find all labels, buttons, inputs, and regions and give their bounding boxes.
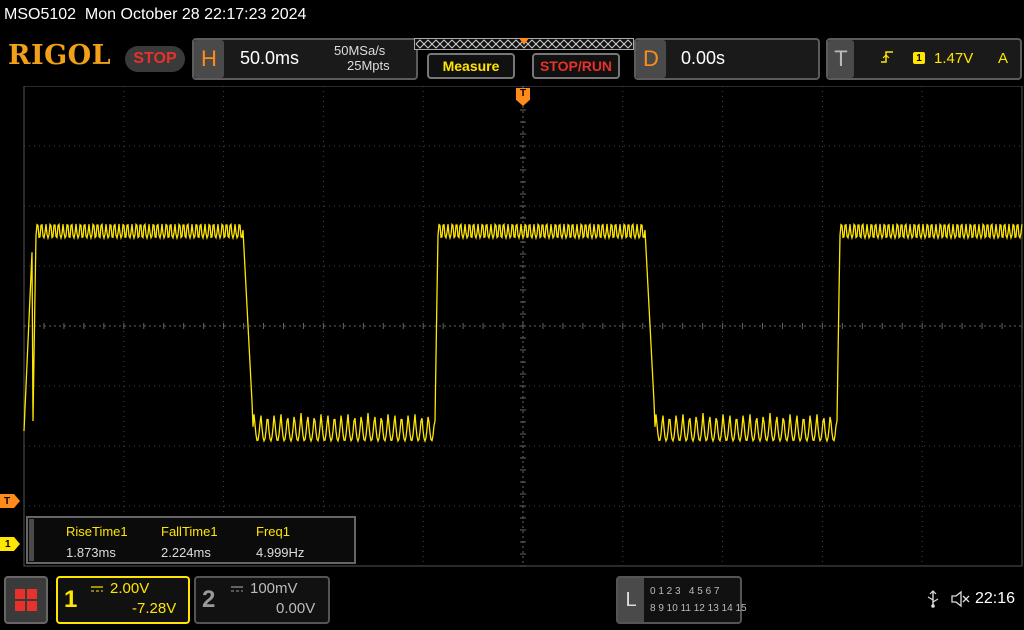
ch1-scale: 2.00V bbox=[110, 580, 150, 597]
status-clock: 22:16 bbox=[975, 590, 1016, 607]
grid-menu-icon bbox=[15, 589, 37, 611]
rigol-logo: RIGOL bbox=[8, 40, 112, 71]
ch2-scale: 100mV bbox=[250, 580, 298, 597]
trigger-level: 1.47V bbox=[934, 50, 974, 67]
logic-channels-row2: 8 9 10 11 12 13 14 15 bbox=[650, 603, 747, 614]
measure-button[interactable]: Measure bbox=[427, 53, 515, 79]
memory-depth: 25Mpts bbox=[347, 58, 390, 73]
trigger-position-indicator bbox=[519, 38, 529, 45]
main-menu-button[interactable] bbox=[4, 576, 48, 624]
dc-coupling-icon bbox=[90, 582, 104, 600]
trigger-mode: A bbox=[998, 50, 1009, 67]
stop-run-button[interactable]: STOP/RUN bbox=[532, 53, 620, 79]
trigger-letter: T bbox=[828, 40, 854, 78]
measurement-panel-handle[interactable] bbox=[29, 519, 34, 561]
sample-rate: 50MSa/s bbox=[334, 43, 386, 58]
measurement-name: RiseTime1 bbox=[66, 524, 128, 539]
ch1-offset: -7.28V bbox=[132, 600, 177, 617]
ch2-number: 2 bbox=[202, 586, 216, 613]
dc-coupling-icon bbox=[230, 582, 244, 600]
logic-letter: L bbox=[618, 578, 644, 622]
logic-channels-row1: 0 1 2 3 4 5 6 7 bbox=[650, 586, 720, 597]
trigger-source-badge: 1 bbox=[913, 52, 925, 64]
ch2-offset: 0.00V bbox=[276, 600, 316, 617]
horizontal-letter: H bbox=[194, 40, 224, 78]
delay-value: 0.00s bbox=[681, 48, 726, 68]
timebase-value: 50.0ms bbox=[240, 48, 300, 68]
ch1-number: 1 bbox=[64, 586, 78, 613]
waveform-display[interactable] bbox=[0, 86, 1024, 568]
run-status-badge: STOP bbox=[125, 46, 185, 72]
graticule bbox=[23, 86, 1023, 567]
measurement-name: FallTime1 bbox=[161, 524, 218, 539]
measurement-value: 4.999Hz bbox=[256, 545, 305, 560]
speaker-muted-icon[interactable] bbox=[950, 590, 970, 613]
measurement-name: Freq1 bbox=[256, 524, 290, 539]
delay-letter: D bbox=[636, 40, 666, 78]
rising-edge-icon bbox=[880, 50, 894, 67]
usb-icon bbox=[926, 590, 940, 613]
device-title: MSO5102 Mon October 28 22:17:23 2024 bbox=[4, 6, 307, 23]
measurement-value: 2.224ms bbox=[161, 545, 211, 560]
measurement-value: 1.873ms bbox=[66, 545, 116, 560]
